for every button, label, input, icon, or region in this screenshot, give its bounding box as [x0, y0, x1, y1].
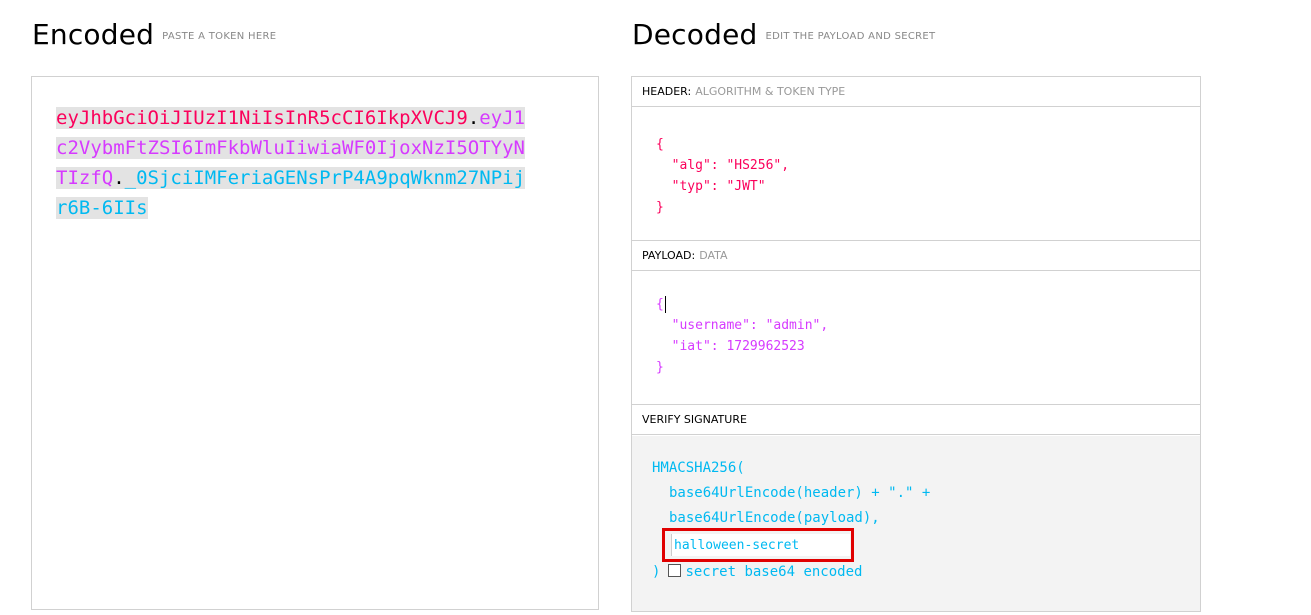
signature-close-paren: ) [652, 564, 661, 580]
payload-editor[interactable]: { "username": "admin", "iat": 1729962523… [632, 272, 1200, 405]
encoded-heading: Encoded [32, 18, 155, 51]
payload-line: "username": "admin", [656, 318, 829, 333]
header-section-title: HEADER: ALGORITHM & TOKEN TYPE [632, 77, 1200, 107]
payload-line: } [656, 360, 664, 375]
header-line: "alg": "HS256", [656, 158, 790, 173]
header-line: } [656, 200, 664, 215]
payload-label: PAYLOAD: [642, 249, 696, 262]
payload-section-title: PAYLOAD: DATA [632, 241, 1200, 271]
secret-base64-label: secret base64 encoded [685, 564, 863, 580]
header-line: "typ": "JWT" [656, 179, 766, 194]
signature-section-title: VERIFY SIGNATURE [632, 405, 1200, 435]
payload-line: "iat": 1729962523 [656, 339, 805, 354]
signature-label: VERIFY SIGNATURE [642, 413, 747, 426]
encoded-title: Encoded PASTE A TOKEN HERE [32, 18, 276, 51]
header-line: { [656, 137, 664, 152]
secret-input[interactable] [671, 534, 850, 556]
token-text[interactable]: eyJhbGciOiJIUzI1NiIsInR5cCI6IkpXVCJ9.eyJ… [56, 103, 526, 223]
decoded-panel: HEADER: ALGORITHM & TOKEN TYPE { "alg": "… [631, 76, 1201, 612]
encoded-token-editor[interactable]: eyJhbGciOiJIUzI1NiIsInR5cCI6IkpXVCJ9.eyJ… [31, 76, 599, 610]
header-label: HEADER: [642, 85, 692, 98]
token-dot: . [113, 167, 125, 189]
token-signature-part: _0SjciIMFeriaGENsPrP4A9pqWknm27NPijr6B-6… [56, 167, 526, 219]
secret-highlight-box [662, 528, 854, 562]
header-label-sub: ALGORITHM & TOKEN TYPE [695, 85, 846, 98]
signature-arg-header: base64UrlEncode(header) + "." + [669, 485, 931, 501]
decoded-heading: Decoded [632, 18, 758, 51]
encoded-subtitle: PASTE A TOKEN HERE [162, 30, 277, 42]
signature-fn: HMACSHA256( [652, 460, 745, 476]
token-header-part: eyJhbGciOiJIUzI1NiIsInR5cCI6IkpXVCJ9 [56, 107, 468, 129]
token-dot: . [467, 107, 480, 129]
header-editor[interactable]: { "alg": "HS256", "typ": "JWT" } [632, 108, 1200, 241]
text-cursor [664, 296, 666, 313]
decoded-subtitle: EDIT THE PAYLOAD AND SECRET [765, 30, 936, 42]
payload-label-sub: DATA [699, 249, 728, 262]
decoded-title: Decoded EDIT THE PAYLOAD AND SECRET [632, 18, 935, 51]
secret-base64-checkbox[interactable] [668, 564, 682, 577]
signature-panel: HMACSHA256( base64UrlEncode(header) + ".… [632, 436, 1200, 611]
payload-line: { [656, 297, 664, 312]
